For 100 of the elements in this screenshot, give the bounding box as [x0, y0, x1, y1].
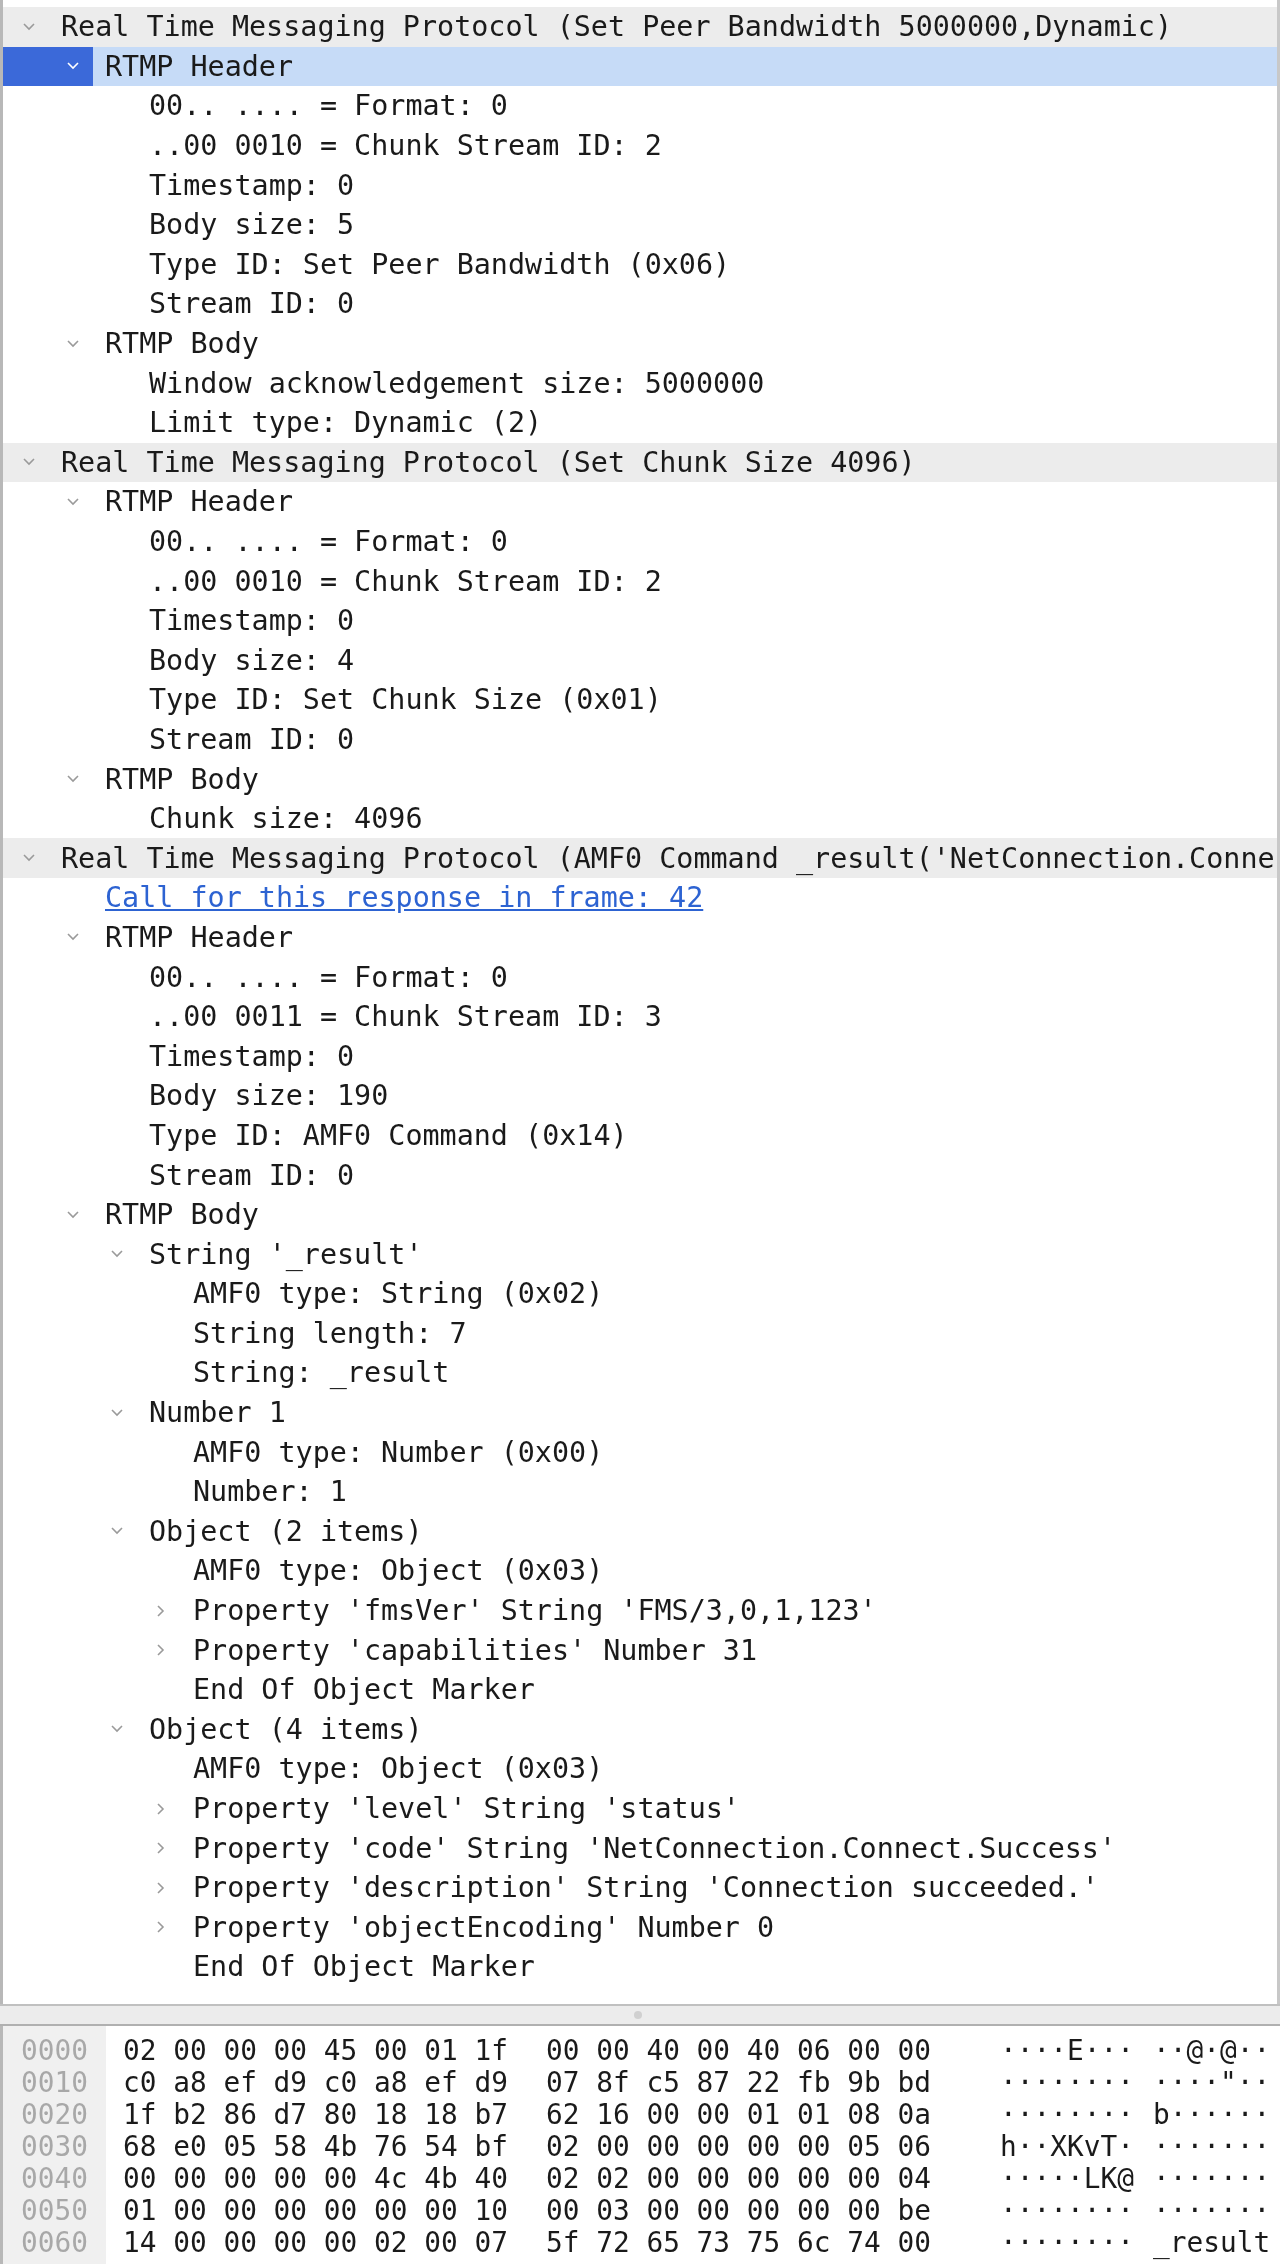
- protocol-row[interactable]: Real Time Messaging Protocol (Set Peer Bandwidth 5000000,Dynamic): [3, 7, 1277, 47]
- tree-row[interactable]: End Of Object Marker: [3, 1947, 1277, 1987]
- hex-offset: 0040: [21, 2162, 88, 2195]
- selected-tree-row[interactable]: RTMP Header: [3, 46, 1277, 87]
- tree-row[interactable]: Object (2 items): [3, 1511, 1277, 1552]
- tree-row[interactable]: Property 'capabilities' Number 31: [3, 1630, 1277, 1670]
- tree-label: RTMP Body: [105, 327, 259, 361]
- hex-bytes: 62 16 00 00 01 01 08 0a: [546, 2098, 931, 2131]
- tree-row[interactable]: Timestamp: 0: [3, 1036, 1277, 1077]
- tree-label: RTMP Header: [105, 49, 294, 83]
- tree-row[interactable]: RTMP Header: [3, 917, 1277, 958]
- protocol-row[interactable]: Real Time Messaging Protocol (AMF0 Command _result('NetConnection.Conne: [3, 838, 1277, 879]
- tree-row[interactable]: Body size: 4: [3, 640, 1277, 681]
- tree-row[interactable]: Timestamp: 0: [3, 165, 1277, 205]
- ascii-text: b······: [1153, 2098, 1271, 2131]
- hex-offset: 0030: [21, 2130, 88, 2163]
- tree-label: End Of Object Marker: [193, 1950, 535, 1984]
- ascii-text: ········: [1000, 2098, 1134, 2131]
- hex-offset: 0060: [21, 2226, 88, 2259]
- hex-offset: 0020: [21, 2098, 88, 2131]
- tree-label: Number: 1: [193, 1475, 347, 1509]
- tree-row[interactable]: AMF0 type: String (0x02): [3, 1274, 1277, 1314]
- tree-label: Timestamp: 0: [149, 1039, 355, 1073]
- tree-label: RTMP Body: [105, 762, 259, 796]
- tree-label: RTMP Header: [105, 920, 294, 954]
- tree-row[interactable]: Type ID: Set Peer Bandwidth (0x06): [3, 244, 1277, 285]
- tree-label: Chunk size: 4096: [149, 802, 423, 836]
- tree-row[interactable]: Body size: 190: [3, 1076, 1277, 1116]
- frame-link[interactable]: Call for this response in frame: 42: [105, 881, 704, 915]
- tree-row[interactable]: ..00 0010 = Chunk Stream ID: 2: [3, 561, 1277, 601]
- tree-row[interactable]: RTMP Body: [3, 1194, 1277, 1235]
- tree-row[interactable]: Limit type: Dynamic (2): [3, 402, 1277, 443]
- tree-row[interactable]: Stream ID: 0: [3, 719, 1277, 760]
- tree-row[interactable]: String length: 7: [3, 1313, 1277, 1354]
- tree-row[interactable]: 00.. .... = Format: 0: [3, 957, 1277, 997]
- tree-label: Body size: 190: [149, 1079, 389, 1113]
- tree-row[interactable]: Stream ID: 0: [3, 1155, 1277, 1195]
- tree-row[interactable]: String '_result': [3, 1234, 1277, 1274]
- ascii-text: ··@·@··: [1153, 2034, 1271, 2067]
- tree-label: AMF0 type: Object (0x03): [193, 1752, 604, 1786]
- tree-row[interactable]: Property 'level' String 'status': [3, 1788, 1277, 1829]
- tree-row[interactable]: Window acknowledgement size: 5000000: [3, 363, 1277, 403]
- tree-row[interactable]: AMF0 type: Number (0x00): [3, 1432, 1277, 1472]
- tree-label: Window acknowledgement size: 5000000: [149, 366, 765, 400]
- tree-row[interactable]: Number: 1: [3, 1471, 1277, 1512]
- tree-row[interactable]: Type ID: AMF0 Command (0x14): [3, 1115, 1277, 1156]
- tree-row[interactable]: Timestamp: 0: [3, 600, 1277, 641]
- hex-bytes: 14 00 00 00 00 02 00 07: [123, 2226, 508, 2259]
- tree-label: AMF0 type: Number (0x00): [193, 1435, 604, 1469]
- tree-row[interactable]: AMF0 type: Object (0x03): [3, 1749, 1277, 1789]
- tree-label: Body size: 5: [149, 208, 355, 242]
- tree-row[interactable]: RTMP Body: [3, 759, 1277, 799]
- tree-label: Real Time Messaging Protocol (Set Peer Bandwidth 5000000,Dynamic): [61, 10, 1173, 44]
- hex-bytes: 02 00 00 00 45 00 01 1f: [123, 2034, 508, 2067]
- hex-bytes: 00 00 40 00 40 06 00 00: [546, 2034, 931, 2067]
- tree-row[interactable]: Property 'objectEncoding' Number 0: [3, 1907, 1277, 1948]
- tree-label: 00.. .... = Format: 0: [149, 525, 508, 558]
- tree-row[interactable]: ..00 0011 = Chunk Stream ID: 3: [3, 996, 1277, 1037]
- hex-offset: 0000: [21, 2034, 88, 2067]
- tree-label: Real Time Messaging Protocol (AMF0 Command _result('NetConnection.Conne: [61, 841, 1275, 875]
- tree-label: Real Time Messaging Protocol (Set Chunk Size 4096): [61, 445, 916, 479]
- ascii-text: ····E···: [1000, 2034, 1134, 2067]
- tree-label: End Of Object Marker: [193, 1673, 535, 1707]
- hex-bytes: 1f b2 86 d7 80 18 18 b7: [123, 2098, 508, 2131]
- tree-label: Stream ID: 0: [149, 1158, 355, 1192]
- tree-row[interactable]: Number 1: [3, 1392, 1277, 1433]
- tree-row[interactable]: Type ID: Set Chunk Size (0x01): [3, 680, 1277, 720]
- hex-bytes: 02 02 00 00 00 00 00 04: [546, 2162, 931, 2195]
- ascii-text: h··XKvT·: [1000, 2130, 1134, 2163]
- tree-label: String length: 7: [193, 1316, 467, 1350]
- hex-bytes: 02 00 00 00 00 00 05 06: [546, 2130, 931, 2163]
- tree-label: 00.. .... = Format: 0: [149, 89, 508, 123]
- tree-label: String '_result': [149, 1237, 423, 1271]
- tree-row[interactable]: Call for this response in frame: 42: [3, 878, 1277, 918]
- tree-label: Object (2 items): [149, 1514, 423, 1548]
- hex-bytes: 00 03 00 00 00 00 00 be: [546, 2194, 931, 2227]
- tree-label: Object (4 items): [149, 1712, 423, 1746]
- tree-row[interactable]: Property 'fmsVer' String 'FMS/3,0,1,123': [3, 1590, 1277, 1631]
- tree-row[interactable]: 00.. .... = Format: 0: [3, 521, 1277, 562]
- tree-row[interactable]: Object (4 items): [3, 1709, 1277, 1750]
- tree-row[interactable]: 00.. .... = Format: 0: [3, 86, 1277, 126]
- pane-splitter[interactable]: [0, 2004, 1280, 2026]
- ascii-text: ·······: [1153, 2130, 1271, 2163]
- ascii-text: ·····LK@: [1000, 2162, 1134, 2195]
- tree-row[interactable]: Body size: 5: [3, 204, 1277, 245]
- ascii-text: _result: [1153, 2226, 1271, 2259]
- tree-row[interactable]: Chunk size: 4096: [3, 798, 1277, 839]
- protocol-row[interactable]: Real Time Messaging Protocol (Set Chunk Size 4096): [3, 442, 1277, 483]
- tree-row[interactable]: End Of Object Marker: [3, 1669, 1277, 1710]
- tree-row[interactable]: String: _result: [3, 1353, 1277, 1393]
- tree-label: Property 'level' String 'status': [193, 1792, 740, 1825]
- tree-row[interactable]: Property 'code' String 'NetConnection.Connect.Success': [3, 1828, 1277, 1868]
- tree-row[interactable]: Stream ID: 0: [3, 284, 1277, 324]
- tree-label: Timestamp: 0: [149, 604, 355, 638]
- tree-row[interactable]: Property 'description' String 'Connection succeeded.': [3, 1867, 1277, 1908]
- tree-row[interactable]: RTMP Body: [3, 323, 1277, 364]
- tree-row[interactable]: ..00 0010 = Chunk Stream ID: 2: [3, 125, 1277, 166]
- ascii-text: ·······: [1153, 2194, 1271, 2227]
- tree-row[interactable]: AMF0 type: Object (0x03): [3, 1551, 1277, 1591]
- tree-row[interactable]: RTMP Header: [3, 482, 1277, 522]
